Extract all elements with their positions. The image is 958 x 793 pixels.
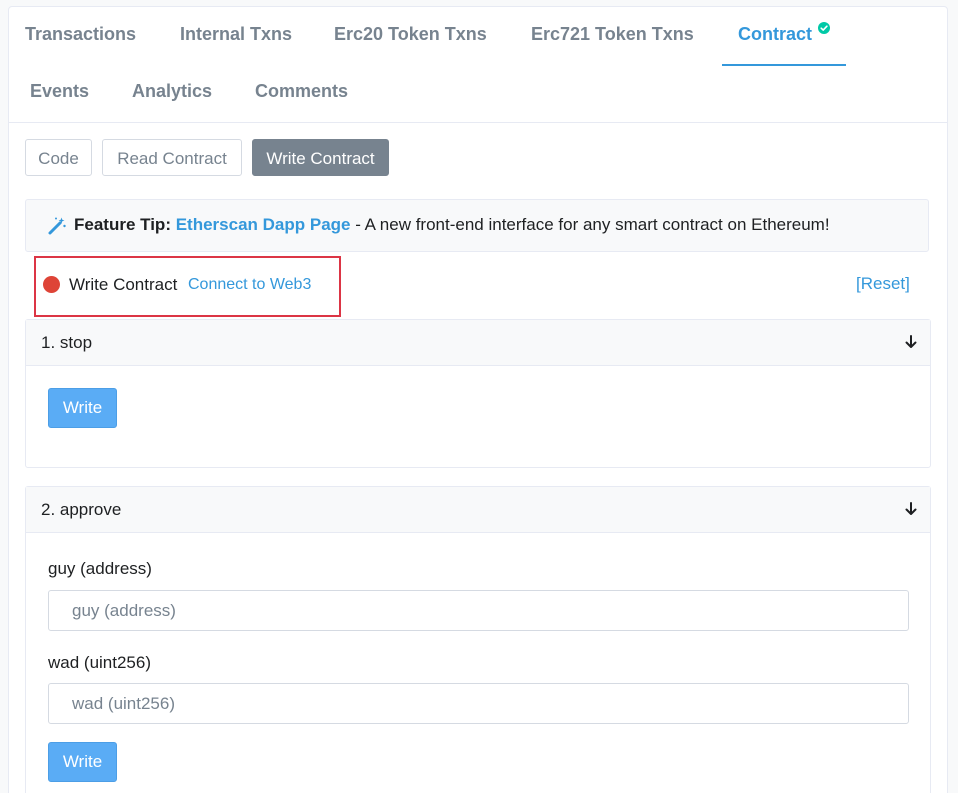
tab-bar: Transactions Internal Txns Erc20 Token T… [9,7,947,123]
write-contract-label: Write Contract [69,275,178,294]
function-header-stop[interactable]: 1. stop [26,320,930,366]
arrow-down-icon [905,335,917,348]
verified-check-icon [818,22,830,34]
magic-wand-icon [48,217,66,235]
function-title: 2. approve [41,500,122,519]
connect-to-web3-link[interactable]: Connect to Web3 [188,276,311,294]
feature-tip-description: - A new front-end interface for any smar… [350,215,830,234]
tab-erc20-token-txns[interactable]: Erc20 Token Txns [334,24,487,45]
write-button-approve[interactable]: Write [48,742,117,782]
arrow-down-icon [905,502,917,515]
page: Transactions Internal Txns Erc20 Token T… [0,0,958,793]
tab-events[interactable]: Events [30,81,89,102]
function-header-approve[interactable]: 2. approve [26,487,930,533]
function-title: 1. stop [41,333,93,352]
active-tab-indicator [722,64,846,66]
web3-connect-status: Write Contract Connect to Web3 [34,256,341,317]
feature-tip: Feature Tip: Etherscan Dapp Page - A new… [25,199,929,252]
tab-erc721-token-txns[interactable]: Erc721 Token Txns [531,24,694,45]
guy-address-input[interactable] [48,590,909,631]
write-button-stop[interactable]: Write [48,388,117,428]
wad-uint256-label: wad (uint256) [48,653,152,672]
subtab-code[interactable]: Code [25,139,92,176]
subtab-read-contract[interactable]: Read Contract [102,139,242,176]
feature-tip-prefix: Feature Tip: [74,215,171,234]
tab-analytics[interactable]: Analytics [132,81,212,102]
feature-tip-text: Feature Tip: Etherscan Dapp Page - A new… [74,215,830,235]
etherscan-dapp-page-link[interactable]: Etherscan Dapp Page [176,215,351,234]
tab-comments[interactable]: Comments [255,81,348,102]
reset-link[interactable]: [Reset] [856,274,910,294]
guy-address-label: guy (address) [48,559,152,578]
tab-transactions[interactable]: Transactions [25,24,136,45]
function-panel-approve: 2. approve guy (address) wad (uint256) W… [25,486,931,793]
tab-contract[interactable]: Contract [738,24,812,45]
function-panel-stop: 1. stop Write [25,319,931,468]
subtab-write-contract[interactable]: Write Contract [252,139,389,176]
contract-card: Transactions Internal Txns Erc20 Token T… [8,6,948,793]
tab-internal-txns[interactable]: Internal Txns [180,24,292,45]
wad-uint256-input[interactable] [48,683,909,724]
connection-status-dot [43,276,60,293]
